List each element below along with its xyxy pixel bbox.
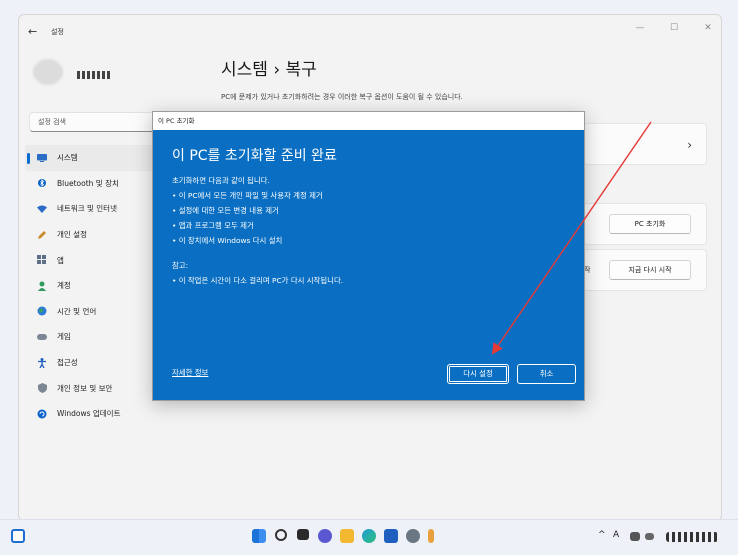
- chevron-right-icon: ›: [687, 138, 692, 152]
- window-controls: — ☐ ✕: [633, 23, 715, 33]
- reset-pc-dialog: 이 PC 초기화 이 PC를 초기화할 준비 완료 초기화하면 다음과 같이 됩…: [152, 111, 585, 401]
- chat-icon[interactable]: [318, 529, 332, 543]
- tray-chevron-icon[interactable]: ^: [598, 530, 606, 540]
- dialog-list-item: • 이 장치에서 Windows 다시 설치: [172, 236, 283, 245]
- maximize-button[interactable]: ☐: [667, 23, 681, 33]
- globe-icon: [37, 306, 47, 316]
- shield-icon: [37, 383, 47, 394]
- sidebar-item-label: 게임: [57, 332, 71, 342]
- edge-icon[interactable]: [362, 529, 376, 543]
- reset-pc-card: PC 초기화: [583, 203, 707, 245]
- dialog-body: 초기화하면 다음과 같이 됩니다. • 이 PC에서 모든 개인 파일 및 사용…: [172, 173, 323, 248]
- profile-name-redacted: [77, 71, 111, 79]
- dialog-list-item: • 앱과 프로그램 모두 제거: [172, 221, 254, 230]
- dialog-heading: 이 PC를 초기화할 준비 완료: [172, 148, 337, 164]
- pencil-icon: [37, 230, 47, 240]
- clock-redacted[interactable]: [666, 532, 718, 542]
- sidebar-item-windows-update[interactable]: Windows 업데이트: [25, 401, 185, 427]
- sidebar-item-label: 계정: [57, 281, 71, 291]
- back-arrow-icon[interactable]: ←: [28, 25, 37, 38]
- search-icon[interactable]: [275, 529, 287, 541]
- volume-icon[interactable]: [645, 533, 654, 540]
- gamepad-icon: [37, 332, 47, 342]
- sidebar-item-label: 네트워크 및 인터넷: [57, 204, 117, 214]
- accessibility-icon: [37, 357, 47, 368]
- sidebar-item-label: 시간 및 언어: [57, 306, 97, 316]
- more-info-link[interactable]: 자세한 정보: [172, 367, 208, 378]
- ime-indicator[interactable]: A: [613, 530, 619, 540]
- fix-problems-card[interactable]: ›: [583, 123, 707, 165]
- dialog-note-label: 참고:: [172, 261, 189, 270]
- dialog-list-item: • 설정에 대한 모든 변경 내용 제거: [172, 206, 279, 215]
- sidebar-item-label: Bluetooth 및 장치: [57, 178, 119, 188]
- start-icon[interactable]: [252, 529, 266, 543]
- dialog-title-bar: 이 PC 초기화: [153, 112, 584, 130]
- app-icon[interactable]: [428, 529, 434, 543]
- page-title: 시스템 › 복구: [221, 60, 317, 80]
- sidebar-item-label: 앱: [57, 255, 64, 265]
- sidebar-item-label: 접근성: [57, 358, 78, 368]
- monitor-icon: [37, 153, 47, 163]
- app-title: 설정: [51, 28, 64, 36]
- store-icon[interactable]: [384, 529, 398, 543]
- bluetooth-icon: [37, 178, 47, 188]
- dialog-intro: 초기화하면 다음과 같이 됩니다.: [172, 176, 270, 185]
- wifi-icon: [37, 204, 47, 214]
- task-view-icon[interactable]: [297, 529, 309, 540]
- network-icon[interactable]: [630, 532, 640, 541]
- avatar: [33, 59, 63, 85]
- file-explorer-icon[interactable]: [340, 529, 354, 543]
- dialog-list-item: • 이 PC에서 모든 개인 파일 및 사용자 계정 제거: [172, 191, 323, 200]
- advanced-startup-card: 작 지금 다시 시작: [583, 249, 707, 291]
- person-icon: [37, 281, 47, 291]
- reset-button[interactable]: 다시 설정: [447, 364, 509, 384]
- widgets-icon[interactable]: [11, 529, 25, 543]
- title-bar: ← 설정 — ☐ ✕: [19, 15, 721, 49]
- update-icon: [37, 409, 47, 419]
- page-description: PC에 문제가 있거나 초기화하려는 경우 이러한 복구 옵션이 도움이 될 수…: [221, 93, 463, 101]
- user-profile[interactable]: [33, 59, 111, 89]
- reset-pc-button[interactable]: PC 초기화: [609, 214, 691, 234]
- apps-icon: [37, 255, 47, 265]
- settings-gear-icon[interactable]: [406, 529, 420, 543]
- dialog-note: • 이 작업은 시간이 다소 걸리며 PC가 다시 시작됩니다.: [172, 276, 344, 285]
- restart-now-button[interactable]: 지금 다시 시작: [609, 260, 691, 280]
- sidebar-item-label: Windows 업데이트: [57, 409, 121, 419]
- sidebar-item-label: 개인 설정: [57, 230, 87, 240]
- minimize-button[interactable]: —: [633, 23, 647, 33]
- sidebar-item-label: 시스템: [57, 153, 78, 163]
- close-button[interactable]: ✕: [701, 23, 715, 33]
- cancel-button[interactable]: 취소: [517, 364, 576, 384]
- taskbar: ^ A: [0, 519, 738, 555]
- sidebar-item-label: 개인 정보 및 보안: [57, 383, 113, 393]
